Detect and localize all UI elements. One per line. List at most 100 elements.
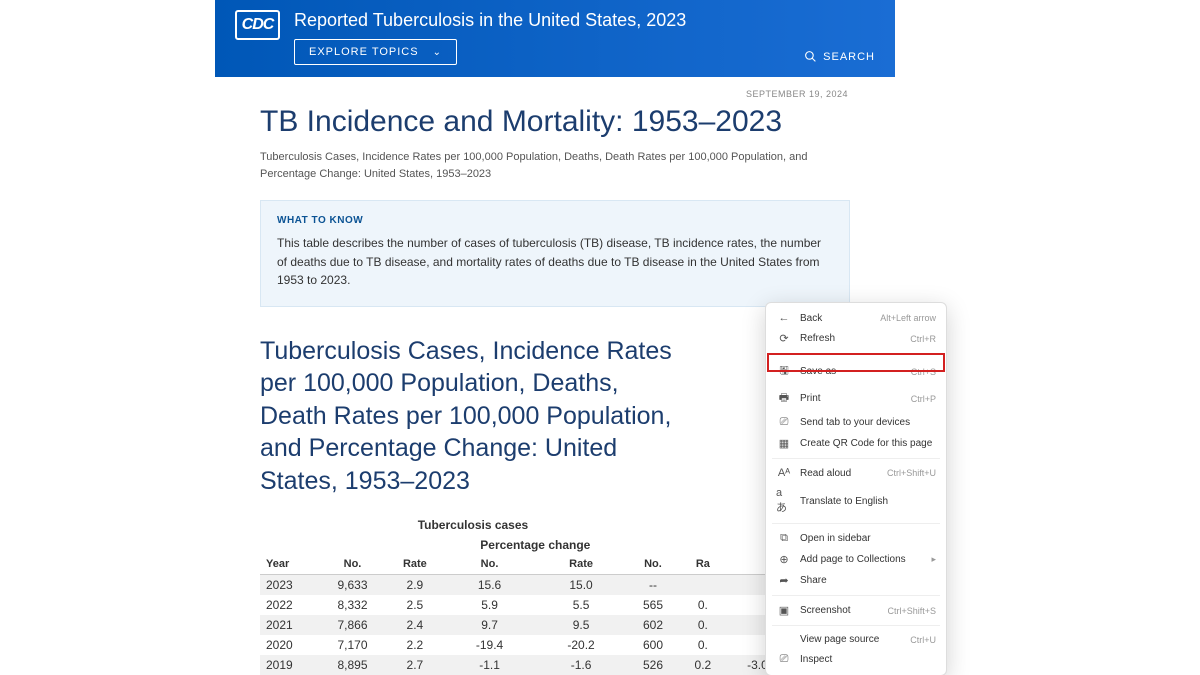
cell-c_rate: 2.7 xyxy=(386,655,444,675)
send-tab-icon: ⎚ xyxy=(776,416,792,429)
context-menu-save-as[interactable]: 🖫 Save asCtrl+S xyxy=(766,358,946,385)
cell-year: 2021 xyxy=(260,615,319,635)
open-sidebar-icon: ⧉ xyxy=(776,532,792,545)
context-menu-refresh[interactable]: ⟳RefreshCtrl+R xyxy=(766,328,946,349)
refresh-icon: ⟳ xyxy=(776,332,792,345)
context-menu-label: Share xyxy=(800,575,936,586)
inspect-icon: ⎚ xyxy=(776,653,792,666)
cell-d_rate: 0.2 xyxy=(679,655,726,675)
col-cases-no: No. xyxy=(319,555,386,575)
site-title: Reported Tuberculosis in the United Stat… xyxy=(294,10,875,31)
table-row: 20217,8662.49.79.56020. xyxy=(260,615,850,635)
col-cases-pct-no: No. xyxy=(444,555,536,575)
cell-c_pno: 15.6 xyxy=(444,575,536,596)
what-to-know-box: WHAT TO KNOW This table describes the nu… xyxy=(260,200,850,307)
context-menu-print[interactable]: 🖶 PrintCtrl+P xyxy=(766,385,946,412)
collections-icon: ⊕ xyxy=(776,553,792,566)
table-row: 20228,3322.55.95.55650. xyxy=(260,595,850,615)
context-menu-separator xyxy=(772,353,940,354)
context-menu-shortcut: Ctrl+P xyxy=(911,394,936,404)
cell-c_pno: -19.4 xyxy=(444,635,536,655)
read-aloud-icon: Aᴬ xyxy=(776,467,792,479)
section-title: Tuberculosis Cases, Incidence Rates per … xyxy=(260,335,680,498)
context-menu-separator xyxy=(772,458,940,459)
context-menu-share[interactable]: ➦ Share xyxy=(766,570,946,591)
context-menu-inspect[interactable]: ⎚ Inspect xyxy=(766,649,946,670)
cell-d_rate: 0. xyxy=(679,595,726,615)
cell-c_pno: 5.9 xyxy=(444,595,536,615)
context-menu-label: Inspect xyxy=(800,654,936,665)
cell-c_prate: -1.6 xyxy=(535,655,627,675)
submenu-arrow-icon: ▸ xyxy=(931,554,936,565)
table-row: 20239,6332.915.615.0-- xyxy=(260,575,850,596)
col-group-cases: Tuberculosis cases xyxy=(319,515,627,535)
cell-d_no: 526 xyxy=(627,655,679,675)
context-menu-shortcut: Ctrl+Shift+S xyxy=(887,606,936,616)
context-menu-back[interactable]: ←BackAlt+Left arrow xyxy=(766,308,946,328)
table-row: 20207,1702.2-19.4-20.26000. xyxy=(260,635,850,655)
qr-code-icon: ▦ xyxy=(776,437,792,450)
cell-c_rate: 2.4 xyxy=(386,615,444,635)
save-as-icon: 🖫 xyxy=(776,362,792,381)
context-menu-collections[interactable]: ⊕ Add page to Collections▸ xyxy=(766,549,946,570)
page-title: TB Incidence and Mortality: 1953–2023 xyxy=(260,105,850,139)
context-menu[interactable]: ←BackAlt+Left arrow⟳RefreshCtrl+R 🖫 Save a… xyxy=(765,302,947,675)
context-menu-shortcut: Ctrl+S xyxy=(911,367,936,377)
context-menu-shortcut: Ctrl+Shift+U xyxy=(887,468,936,478)
context-menu-separator xyxy=(772,595,940,596)
cell-year: 2023 xyxy=(260,575,319,596)
share-icon: ➦ xyxy=(776,574,792,587)
what-to-know-body: This table describes the number of cases… xyxy=(277,234,833,290)
back-icon: ← xyxy=(776,312,792,324)
context-menu-label: Screenshot xyxy=(800,605,887,616)
explore-topics-button[interactable]: EXPLORE TOPICS ⌄ xyxy=(294,39,457,65)
context-menu-label: Create QR Code for this page xyxy=(800,438,936,449)
context-menu-label: Save as xyxy=(800,366,911,377)
cell-c_pno: -1.1 xyxy=(444,655,536,675)
col-cases-rate: Rate xyxy=(386,555,444,575)
col-deaths-rate: Ra xyxy=(679,555,726,575)
cell-c_prate: -20.2 xyxy=(535,635,627,655)
cell-c_prate: 5.5 xyxy=(535,595,627,615)
search-button[interactable]: SEARCH xyxy=(804,50,875,63)
cell-c_prate: 9.5 xyxy=(535,615,627,635)
what-to-know-label: WHAT TO KNOW xyxy=(277,215,833,226)
cell-c_no: 8,332 xyxy=(319,595,386,615)
cell-d_no: 602 xyxy=(627,615,679,635)
cell-d_no: 565 xyxy=(627,595,679,615)
context-menu-open-sidebar[interactable]: ⧉Open in sidebar xyxy=(766,528,946,549)
context-menu-label: Add page to Collections xyxy=(800,554,931,565)
col-deaths-no: No. xyxy=(627,555,679,575)
cdc-logo[interactable]: CDC xyxy=(235,10,280,40)
translate-icon: aあ xyxy=(776,487,792,515)
cell-d_no: 600 xyxy=(627,635,679,655)
context-menu-label: View page source xyxy=(800,634,910,645)
context-menu-separator xyxy=(772,523,940,524)
cdc-logo-text: CDC xyxy=(242,16,274,34)
cell-year: 2019 xyxy=(260,655,319,675)
cell-d_rate: 0. xyxy=(679,635,726,655)
print-icon: 🖶 xyxy=(776,389,792,408)
context-menu-shortcut: Alt+Left arrow xyxy=(880,313,936,323)
cell-d_rate: 0. xyxy=(679,615,726,635)
context-menu-label: Print xyxy=(800,393,911,404)
cell-c_rate: 2.2 xyxy=(386,635,444,655)
chevron-down-icon: ⌄ xyxy=(433,47,442,58)
context-menu-label: Send tab to your devices xyxy=(800,417,936,428)
context-menu-read-aloud[interactable]: Aᴬ Read aloudCtrl+Shift+U xyxy=(766,463,946,483)
context-menu-translate[interactable]: aあ Translate to English xyxy=(766,483,946,519)
col-year: Year xyxy=(260,555,319,575)
cell-year: 2020 xyxy=(260,635,319,655)
context-menu-shortcut: Ctrl+R xyxy=(910,334,936,344)
context-menu-send-tab[interactable]: ⎚ Send tab to your devices xyxy=(766,412,946,433)
context-menu-label: Translate to English xyxy=(800,496,936,507)
screenshot-icon: ▣ xyxy=(776,604,792,617)
context-menu-view-source[interactable]: View page sourceCtrl+U xyxy=(766,630,946,649)
cell-c_pno: 9.7 xyxy=(444,615,536,635)
context-menu-qr-code[interactable]: ▦ Create QR Code for this page xyxy=(766,433,946,454)
context-menu-label: Read aloud xyxy=(800,468,887,479)
publish-date: SEPTEMBER 19, 2024 xyxy=(260,89,850,99)
context-menu-screenshot[interactable]: ▣ ScreenshotCtrl+Shift+S xyxy=(766,600,946,621)
cell-c_no: 9,633 xyxy=(319,575,386,596)
site-header: CDC Reported Tuberculosis in the United … xyxy=(215,0,895,77)
